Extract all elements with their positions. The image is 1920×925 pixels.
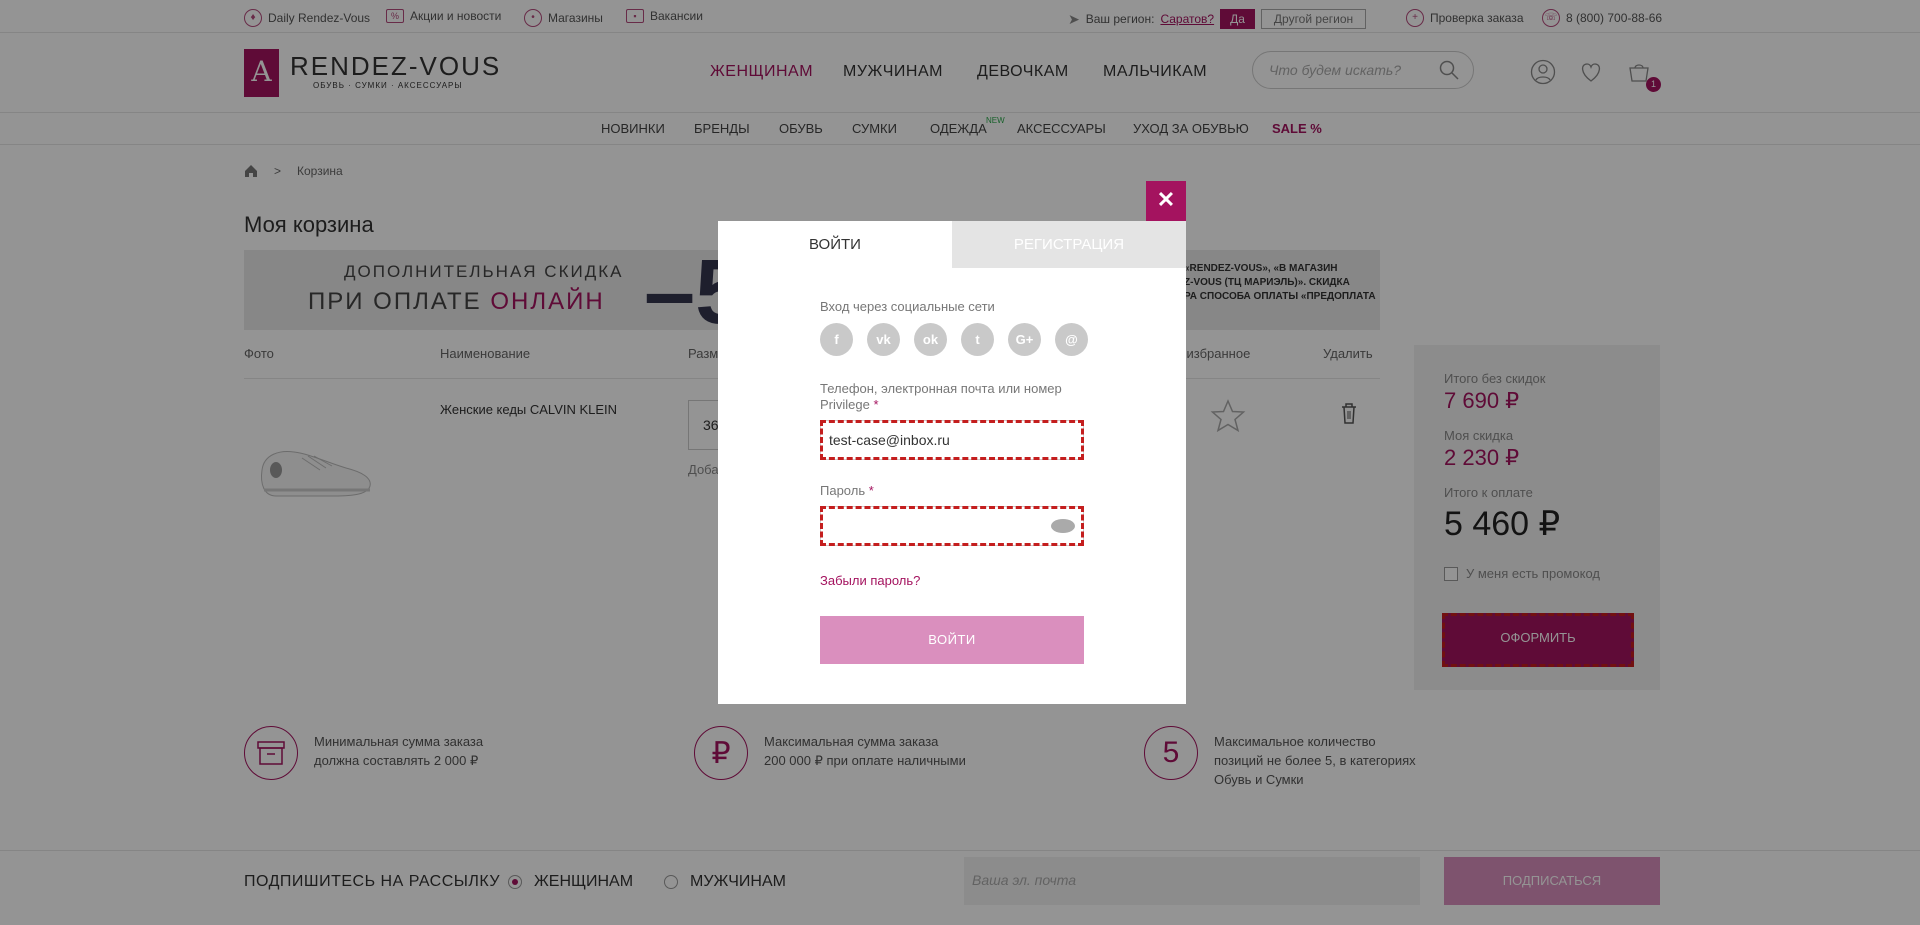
password-field-label: Пароль * [820,483,1090,499]
password-input[interactable] [820,506,1084,546]
google-plus-icon[interactable]: G+ [1008,323,1041,356]
login-field-label: Телефон, электронная почта или номер Pri… [820,381,1090,413]
login-label-line1: Телефон, электронная почта или номер [820,381,1062,396]
social-buttons: f vk ok t G+ @ [820,323,1088,356]
password-label: Пароль [820,483,866,498]
login-input[interactable]: test-case@inbox.ru [820,420,1084,460]
login-modal: ВОЙТИ РЕГИСТРАЦИЯ Вход через социальные … [718,221,1186,704]
mail-icon[interactable]: @ [1055,323,1088,356]
eye-icon[interactable] [1051,519,1075,533]
odnoklassniki-icon[interactable]: ok [914,323,947,356]
vk-icon[interactable]: vk [867,323,900,356]
forgot-password-link[interactable]: Забыли пароль? [820,573,920,588]
close-icon[interactable]: ✕ [1146,181,1186,221]
tab-register[interactable]: РЕГИСТРАЦИЯ [952,221,1186,268]
login-label-line2: Privilege [820,397,870,412]
login-submit-button[interactable]: ВОЙТИ [820,616,1084,664]
login-required-mark: * [873,397,879,412]
password-required-mark: * [868,483,874,498]
twitter-icon[interactable]: t [961,323,994,356]
facebook-icon[interactable]: f [820,323,853,356]
tab-login[interactable]: ВОЙТИ [718,221,952,268]
page: ♦ Daily Rendez-Vous % Акции и новости • … [0,0,1920,925]
social-login-label: Вход через социальные сети [820,299,995,314]
